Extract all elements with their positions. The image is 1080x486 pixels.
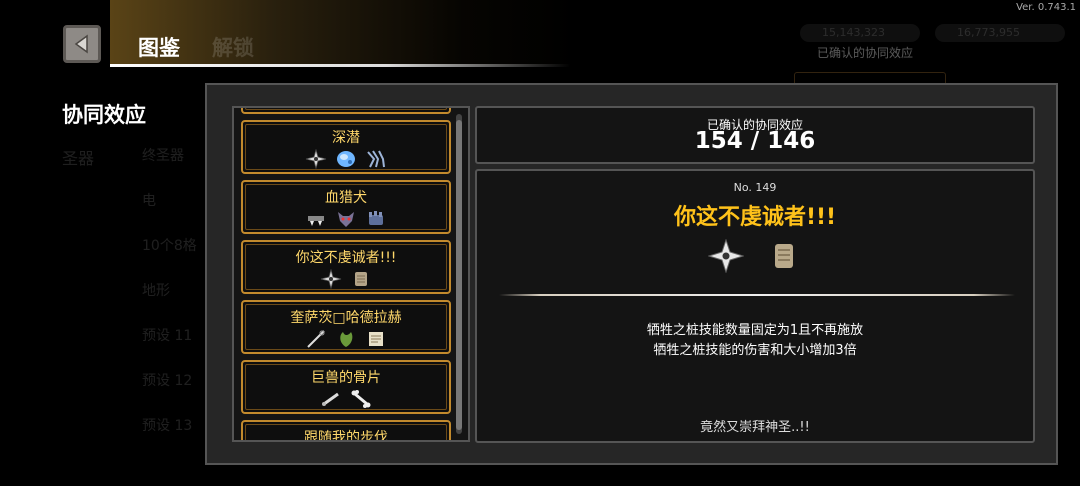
- detail-description: 牺牲之桩技能数量固定为1且不再施放 牺牲之桩技能的伤害和大小增加3倍: [477, 321, 1033, 361]
- list-item[interactable]: 跟随我的步伐: [241, 420, 451, 442]
- bone-shard-icon: [322, 392, 339, 406]
- menu-item[interactable]: 预设 13: [142, 415, 192, 435]
- detail-divider: [499, 294, 1015, 296]
- list-item[interactable]: 巨兽的骨片: [241, 360, 451, 414]
- shuriken-icon: [708, 239, 744, 273]
- menu-title: 协同效应: [62, 103, 146, 127]
- back-button[interactable]: [63, 25, 101, 63]
- currency-display-2: 16,773,955: [935, 24, 1065, 42]
- detail-title: 你这不虔诚者!!!: [673, 205, 837, 230]
- crystal-icon: [337, 151, 355, 167]
- header-background: [110, 0, 580, 66]
- needle-icon: [307, 330, 325, 348]
- menu-item[interactable]: 终圣器: [142, 145, 184, 165]
- list-item-name: 奎萨茨□哈德拉赫: [290, 310, 402, 326]
- scroll-icon: [775, 244, 793, 268]
- list-item-name: 跟随我的步伐: [304, 430, 388, 442]
- list-item-name: 你这不虔诚者!!!: [295, 250, 397, 266]
- synergy-counter: 已确认的协同效应 154 / 146: [475, 106, 1035, 164]
- shuriken-icon: [305, 149, 327, 169]
- shuriken-icon: [320, 269, 342, 289]
- list-item[interactable]: 奎萨茨□哈德拉赫: [241, 300, 451, 354]
- header-divider: [110, 64, 570, 67]
- version-label: Ver. 0.743.1: [1016, 2, 1076, 13]
- list-item-name: 深潜: [332, 130, 360, 146]
- description-line: 牺牲之桩技能数量固定为1且不再施放: [646, 323, 864, 338]
- list-scroll-thumb[interactable]: [456, 120, 462, 430]
- list-item[interactable]: 血猎犬: [241, 180, 451, 234]
- gauntlet-icon: [369, 211, 383, 225]
- menu-item[interactable]: 10个8格: [142, 235, 197, 255]
- bone-icon: [351, 390, 371, 408]
- list-item[interactable]: [241, 108, 451, 114]
- fang-icon: [308, 216, 324, 226]
- list-item-name: 巨兽的骨片: [311, 370, 381, 386]
- menu-item[interactable]: 地形: [142, 280, 170, 300]
- herb-icon: [340, 332, 353, 347]
- bg-confirmed-label: 已确认的协同效应: [817, 46, 914, 60]
- back-arrow-icon: [74, 34, 88, 54]
- menu-item[interactable]: 预设 11: [142, 325, 192, 345]
- synergy-detail: No. 149 你这不虔诚者!!! 牺牲之桩技能数量固定为1且不再施放 牺牲之桩…: [475, 169, 1035, 443]
- list-item-name: 血猎犬: [325, 190, 367, 206]
- list-item[interactable]: 你这不虔诚者!!!: [241, 240, 451, 294]
- counter-value: 154 / 146: [694, 128, 816, 154]
- detail-number: No. 149: [733, 181, 777, 194]
- parchment-icon: [369, 332, 383, 346]
- scroll-icon: [355, 272, 367, 286]
- menu-category[interactable]: 圣器: [62, 145, 94, 169]
- beast-head-icon: [338, 212, 354, 227]
- claw-icon: [367, 150, 385, 168]
- list-item[interactable]: 深潜: [241, 120, 451, 174]
- currency-display: 15,143,323: [800, 24, 920, 42]
- menu-item[interactable]: 电: [142, 190, 156, 210]
- detail-quote: 竟然又崇拜神圣..!!: [700, 420, 810, 435]
- synergy-list[interactable]: 深潜 血猎犬 你这不虔诚者!!! 奎萨茨□哈德拉赫 巨兽的骨片 跟随我的步伐: [232, 106, 470, 442]
- menu-item[interactable]: 预设 12: [142, 370, 192, 390]
- page-title: 图鉴: [138, 36, 180, 60]
- unlock-tab[interactable]: 解锁: [212, 32, 254, 62]
- description-line: 牺牲之桩技能的伤害和大小增加3倍: [653, 343, 857, 358]
